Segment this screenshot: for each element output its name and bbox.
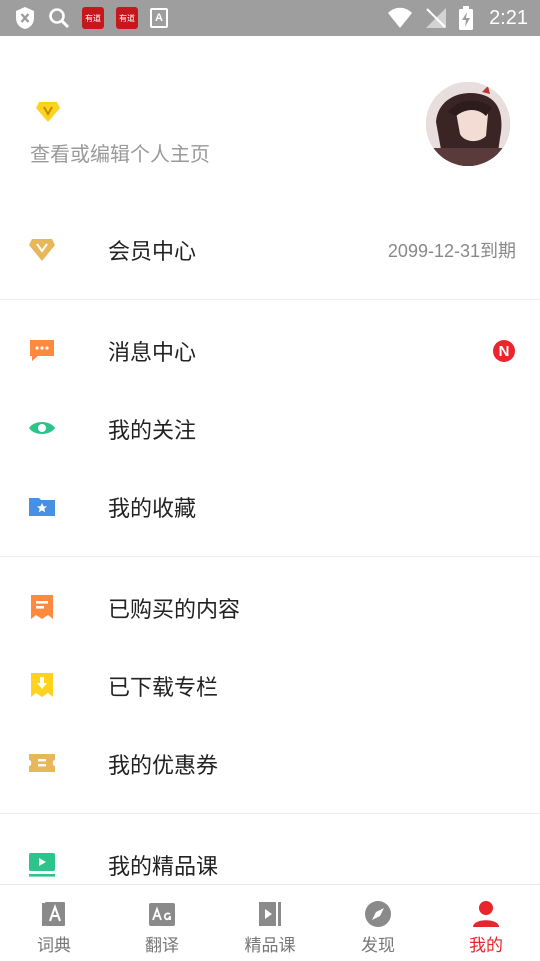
dictionary-icon [42,902,65,926]
tab-me-label: 我的 [469,936,503,955]
bottom-tab-bar: 词典 翻译 精品课 发现 我的 [0,884,540,961]
messages-row[interactable]: 消息中心 N [0,311,540,389]
youdao-app-icon: 有道 [82,7,104,29]
tab-courses[interactable]: 精品课 [216,885,324,961]
favorites-row[interactable]: 我的收藏 [0,467,540,545]
divider [0,299,540,300]
avatar[interactable] [426,82,510,166]
compass-icon [365,901,391,927]
tab-courses-label: 精品课 [244,936,296,955]
tab-dictionary-label: 词典 [37,936,71,955]
shield-x-icon [16,7,34,29]
eye-icon [29,422,55,434]
coupons-label: 我的优惠券 [108,753,219,778]
edit-profile-link[interactable]: 查看或编辑个人主页 [30,138,210,167]
tab-me[interactable]: 我的 [432,885,540,961]
translate-icon [149,903,175,926]
download-icon [31,673,53,697]
vip-diamond-icon [29,239,55,261]
following-row[interactable]: 我的关注 [0,389,540,467]
course-icon [259,902,281,926]
status-time: 2:21 [489,6,528,29]
no-signal-icon [426,8,447,28]
divider [0,813,540,814]
tab-dictionary[interactable]: 词典 [0,885,108,961]
tab-discover[interactable]: 发现 [324,885,432,961]
tab-translate-label: 翻译 [145,936,179,955]
downloaded-label: 已下载专栏 [108,675,219,700]
search-icon [49,8,70,29]
purchased-label: 已购买的内容 [108,597,241,622]
wifi-icon [388,7,413,28]
divider [0,556,540,557]
following-label: 我的关注 [108,418,197,443]
purchased-row[interactable]: 已购买的内容 [0,568,540,646]
downloaded-row[interactable]: 已下载专栏 [0,646,540,724]
coupons-row[interactable]: 我的优惠券 [0,724,540,802]
tab-discover-label: 发现 [361,936,395,955]
vip-center-row[interactable]: 会员中心 2099-12-31到期 [0,210,540,288]
vip-expiry: 2099-12-31到期 [387,241,516,261]
message-icon [30,340,54,361]
person-icon [473,901,499,927]
youdao-app-icon-2: 有道 [116,7,138,29]
my-courses-label: 我的精品课 [108,854,219,879]
coupon-icon [29,754,55,772]
new-badge: N [493,340,515,362]
vip-diamond-icon [36,102,60,122]
messages-label: 消息中心 [108,340,197,365]
tab-translate[interactable]: 翻译 [108,885,216,961]
favorites-label: 我的收藏 [108,496,197,521]
status-bar: 有道 有道 A 2:21 [0,0,540,36]
star-folder-icon [29,498,55,516]
video-course-icon [29,853,55,877]
font-app-icon: A [150,8,168,28]
vip-center-label: 会员中心 [108,239,197,264]
receipt-icon [31,595,53,619]
battery-charging-icon [459,6,474,30]
